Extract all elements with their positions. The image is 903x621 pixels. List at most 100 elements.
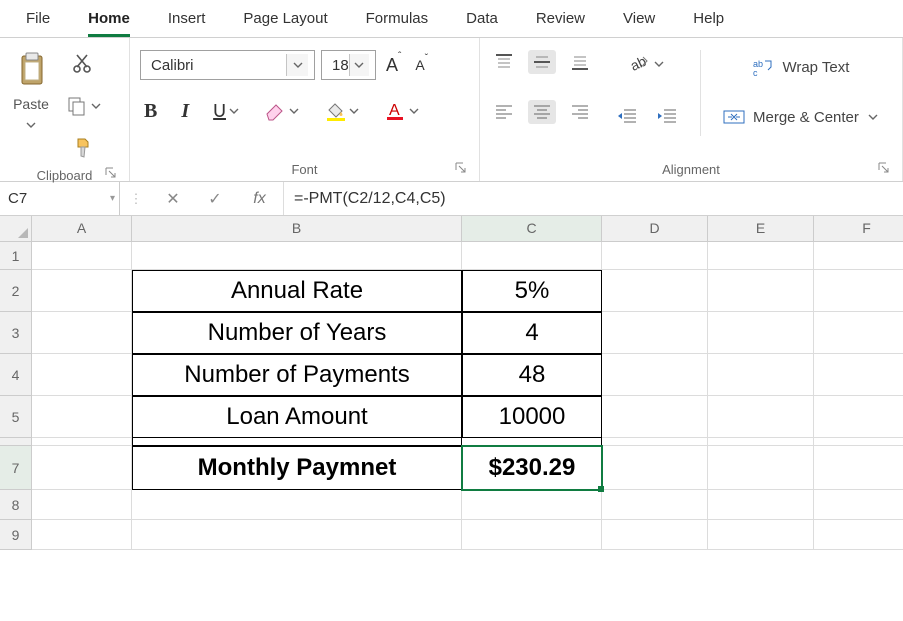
row-header-5[interactable]: 5 [0, 396, 32, 438]
align-middle-button[interactable] [528, 50, 556, 74]
enter-formula-button[interactable]: ✓ [194, 182, 236, 215]
wrap-text-button[interactable]: ab c Wrap Text [719, 54, 883, 80]
cell-a2[interactable] [32, 270, 132, 312]
align-right-button[interactable] [566, 100, 594, 124]
cell-f2[interactable] [814, 270, 903, 312]
borders-button[interactable] [260, 97, 304, 125]
cancel-formula-button[interactable]: ✕ [152, 182, 194, 215]
font-size-select[interactable]: 18 [321, 50, 376, 80]
merge-center-button[interactable]: Merge & Center [719, 104, 883, 130]
cell-f8[interactable] [814, 490, 903, 520]
cell-d2[interactable] [602, 270, 708, 312]
decrease-indent-button[interactable] [612, 104, 642, 128]
cell-c4[interactable]: 48 [462, 354, 602, 396]
clipboard-launcher[interactable] [105, 167, 119, 181]
cell-c1[interactable] [462, 242, 602, 270]
cell-f5[interactable] [814, 396, 903, 438]
cell-a7[interactable] [32, 446, 132, 490]
cell-b7[interactable]: Monthly Paymnet [132, 446, 462, 490]
cell-a4[interactable] [32, 354, 132, 396]
italic-button[interactable]: I [177, 97, 193, 126]
cell-e3[interactable] [708, 312, 814, 354]
row-header-8[interactable]: 8 [0, 490, 32, 520]
decrease-font-button[interactable]: Aˇ [411, 54, 432, 76]
font-launcher[interactable] [455, 162, 469, 176]
cell-f3[interactable] [814, 312, 903, 354]
cell-e4[interactable] [708, 354, 814, 396]
cell-a6[interactable] [32, 438, 132, 446]
tab-help[interactable]: Help [693, 6, 724, 37]
col-header-b[interactable]: B [132, 216, 462, 242]
cell-c5[interactable]: 10000 [462, 396, 602, 438]
col-header-c[interactable]: C [462, 216, 602, 242]
row-header-3[interactable]: 3 [0, 312, 32, 354]
increase-font-button[interactable]: Aˆ [382, 52, 405, 79]
cell-f9[interactable] [814, 520, 903, 550]
cell-e5[interactable] [708, 396, 814, 438]
cell-c2[interactable]: 5% [462, 270, 602, 312]
cell-e8[interactable] [708, 490, 814, 520]
col-header-d[interactable]: D [602, 216, 708, 242]
alignment-launcher[interactable] [878, 162, 892, 176]
tab-page-layout[interactable]: Page Layout [243, 6, 327, 37]
cell-a1[interactable] [32, 242, 132, 270]
cell-a3[interactable] [32, 312, 132, 354]
cell-f4[interactable] [814, 354, 903, 396]
cell-d6[interactable] [602, 438, 708, 446]
select-all-corner[interactable] [0, 216, 32, 242]
cell-d9[interactable] [602, 520, 708, 550]
tab-data[interactable]: Data [466, 6, 498, 37]
font-name-select[interactable]: Calibri [140, 50, 315, 80]
cell-b8[interactable] [132, 490, 462, 520]
align-top-button[interactable] [490, 50, 518, 74]
cell-a5[interactable] [32, 396, 132, 438]
row-header-7[interactable]: 7 [0, 446, 32, 490]
cell-c8[interactable] [462, 490, 602, 520]
formula-input[interactable] [284, 182, 903, 215]
copy-button[interactable] [62, 92, 106, 120]
cell-b5[interactable]: Loan Amount [132, 396, 462, 438]
cell-b4[interactable]: Number of Payments [132, 354, 462, 396]
cell-c6[interactable] [462, 438, 602, 446]
col-header-a[interactable]: A [32, 216, 132, 242]
cell-e7[interactable] [708, 446, 814, 490]
align-center-button[interactable] [528, 100, 556, 124]
cell-d5[interactable] [602, 396, 708, 438]
cell-d7[interactable] [602, 446, 708, 490]
paste-dropdown[interactable] [21, 116, 41, 134]
row-header-2[interactable]: 2 [0, 270, 32, 312]
col-header-f[interactable]: F [814, 216, 903, 242]
align-left-button[interactable] [490, 100, 518, 124]
increase-indent-button[interactable] [652, 104, 682, 128]
row-header-6-collapsed[interactable] [0, 438, 32, 446]
row-header-4[interactable]: 4 [0, 354, 32, 396]
cell-e6[interactable] [708, 438, 814, 446]
cell-c9[interactable] [462, 520, 602, 550]
cell-c7[interactable]: $230.29 [462, 446, 602, 490]
cell-e2[interactable] [708, 270, 814, 312]
paste-button[interactable] [10, 48, 52, 92]
cell-f6[interactable] [814, 438, 903, 446]
fill-color-button[interactable] [320, 97, 364, 125]
cell-e9[interactable] [708, 520, 814, 550]
row-header-9[interactable]: 9 [0, 520, 32, 550]
row-header-1[interactable]: 1 [0, 242, 32, 270]
underline-button[interactable]: U [209, 96, 244, 126]
orientation-button[interactable]: ab [625, 50, 669, 78]
cell-c3[interactable]: 4 [462, 312, 602, 354]
cell-d1[interactable] [602, 242, 708, 270]
cell-d8[interactable] [602, 490, 708, 520]
tab-file[interactable]: File [26, 6, 50, 37]
cell-a8[interactable] [32, 490, 132, 520]
name-box-resize[interactable]: ⋮ [120, 182, 152, 215]
cell-b3[interactable]: Number of Years [132, 312, 462, 354]
cell-a9[interactable] [32, 520, 132, 550]
cell-d4[interactable] [602, 354, 708, 396]
cut-button[interactable] [69, 50, 99, 78]
cell-f1[interactable] [814, 242, 903, 270]
format-painter-button[interactable] [68, 134, 100, 164]
cell-d3[interactable] [602, 312, 708, 354]
font-color-button[interactable]: A [380, 97, 424, 125]
insert-function-button[interactable]: fx [236, 182, 284, 215]
tab-view[interactable]: View [623, 6, 655, 37]
